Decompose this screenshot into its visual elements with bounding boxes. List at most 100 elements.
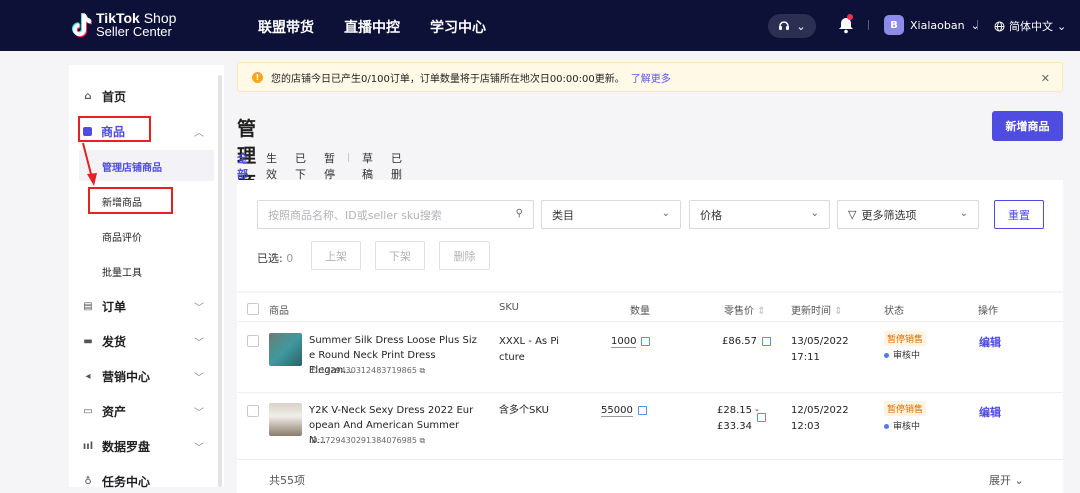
annotation-box-add-product bbox=[88, 187, 173, 214]
edit-icon[interactable] bbox=[638, 406, 647, 415]
tab-label: 草稿 bbox=[362, 152, 373, 181]
edit-link[interactable]: 编辑 bbox=[979, 404, 1001, 420]
add-product-button[interactable]: 新增商品 bbox=[992, 111, 1063, 141]
shipping-icon: ▬ bbox=[83, 337, 93, 347]
price-cell[interactable]: £86.57 bbox=[722, 334, 771, 350]
audit-status: 审核中 bbox=[884, 348, 920, 361]
list-on-button[interactable]: 上架 bbox=[311, 241, 361, 270]
notification-dot bbox=[847, 14, 853, 20]
chevron-down-icon: ⌄ bbox=[662, 208, 670, 219]
price-value: £86.57 bbox=[722, 336, 757, 347]
topnav-learning-center[interactable]: 学习中心 bbox=[430, 17, 486, 37]
warning-icon: ! bbox=[252, 72, 263, 83]
column-header-quantity: 数量 bbox=[630, 302, 650, 317]
column-header-actions: 操作 bbox=[978, 302, 998, 317]
divider bbox=[237, 459, 1063, 460]
product-id: ID:1729430312483719865 ⧉ bbox=[309, 366, 425, 376]
divider bbox=[237, 321, 1063, 322]
sidebar-sub-reviews[interactable]: 商品评价 bbox=[102, 229, 142, 244]
quantity-cell[interactable]: 1000 bbox=[611, 334, 650, 350]
sku-line: 含多个SKU bbox=[499, 403, 549, 419]
price-label: 价格 bbox=[700, 207, 722, 223]
column-header-status: 状态 bbox=[884, 302, 904, 317]
brand-seller-center: Seller Center bbox=[96, 25, 176, 38]
category-select[interactable]: 类目 ⌄ bbox=[541, 200, 681, 229]
edit-link[interactable]: 编辑 bbox=[979, 334, 1001, 350]
edit-icon[interactable] bbox=[757, 413, 766, 422]
marketing-icon: ◂ bbox=[83, 372, 93, 382]
chevron-down-icon: ⌄ bbox=[811, 208, 819, 219]
user-menu[interactable]: B Xialaoban ⌄ bbox=[884, 15, 980, 35]
search-input[interactable]: 按照商品名称、ID或seller sku搜索 ⚲ bbox=[257, 200, 534, 229]
product-id-text: ID:1729430312483719865 bbox=[309, 366, 417, 375]
sku-line: cture bbox=[499, 350, 559, 366]
chevron-down-icon[interactable]: ﹀ bbox=[194, 404, 204, 419]
sidebar-item-assets[interactable]: ▭资产 bbox=[83, 403, 126, 420]
expand-button[interactable]: 展开 ⌄ bbox=[989, 472, 1024, 488]
row-checkbox[interactable] bbox=[247, 335, 259, 347]
column-header-updated[interactable]: 更新时间 ⇕ bbox=[791, 302, 843, 317]
language-label: 简体中文 bbox=[1009, 18, 1053, 34]
language-selector[interactable]: 简体中文 ⌄ bbox=[994, 18, 1066, 34]
globe-icon bbox=[994, 21, 1005, 32]
annotation-arrow-icon bbox=[80, 140, 100, 190]
product-id: ID:1729430291384076985 ⧉ bbox=[309, 436, 425, 446]
edit-icon[interactable] bbox=[641, 337, 650, 346]
chevron-down-icon[interactable]: ﹀ bbox=[194, 299, 204, 314]
divider bbox=[868, 20, 869, 30]
tiktok-shop-logo[interactable]: TikTok Shop Seller Center bbox=[70, 12, 176, 38]
divider bbox=[237, 392, 1063, 393]
topnav-affiliate[interactable]: 联盟带货 bbox=[258, 17, 314, 37]
sidebar-sub-manage-products[interactable]: 管理店铺商品 bbox=[102, 159, 162, 174]
support-button[interactable]: ⌄ bbox=[768, 14, 816, 38]
delete-button[interactable]: 删除 bbox=[439, 241, 490, 270]
top-bar: TikTok Shop Seller Center 联盟带货 直播中控 学习中心… bbox=[0, 0, 1080, 51]
search-icon[interactable]: ⚲ bbox=[516, 208, 523, 219]
chevron-down-icon: ⌄ bbox=[796, 20, 805, 33]
product-name-line: Summer Silk Dress Loose Plus Siz bbox=[309, 333, 477, 348]
product-name-line: Y2K V-Neck Sexy Dress 2022 Eur bbox=[309, 403, 477, 418]
reset-button[interactable]: 重置 bbox=[994, 200, 1044, 229]
chevron-down-icon[interactable]: ﹀ bbox=[194, 369, 204, 384]
sidebar-item-orders[interactable]: ▤订单 bbox=[83, 298, 126, 315]
column-header-price[interactable]: 零售价 ⇕ bbox=[724, 302, 766, 317]
topnav-live-control[interactable]: 直播中控 bbox=[344, 17, 400, 37]
chevron-up-icon[interactable]: ︿ bbox=[194, 124, 204, 139]
filter-icon: ▽ bbox=[848, 208, 856, 221]
sidebar-item-label: 首页 bbox=[102, 88, 126, 105]
sidebar-sub-bulk-tools[interactable]: 批量工具 bbox=[102, 264, 142, 279]
chevron-down-icon[interactable]: ﹀ bbox=[194, 334, 204, 349]
asset-icon: ▭ bbox=[83, 407, 93, 417]
sidebar-item-home[interactable]: ⌂ 首页 bbox=[83, 88, 126, 105]
top-nav: 联盟带货 直播中控 学习中心 bbox=[258, 17, 486, 37]
quantity-cell[interactable]: 55000 bbox=[601, 403, 647, 419]
sidebar-item-label: 订单 bbox=[102, 298, 126, 315]
product-image[interactable] bbox=[269, 333, 302, 366]
sku-cell: 含多个SKU bbox=[499, 403, 549, 419]
more-filters-select[interactable]: ▽ 更多筛选项 ⌄ bbox=[837, 200, 979, 229]
sidebar-item-data[interactable]: ııl数据罗盘 bbox=[83, 438, 150, 455]
sidebar-item-shipping[interactable]: ▬发货 bbox=[83, 333, 126, 350]
price-select[interactable]: 价格 ⌄ bbox=[689, 200, 830, 229]
chevron-down-icon[interactable]: ﹀ bbox=[194, 439, 204, 454]
updated-time: 17:11 bbox=[791, 350, 849, 366]
sidebar-item-tasks[interactable]: ♁任务中心 bbox=[83, 473, 150, 490]
copy-icon[interactable]: ⧉ bbox=[419, 366, 425, 375]
sidebar-item-marketing[interactable]: ◂营销中心 bbox=[83, 368, 150, 385]
updated-header-label: 更新时间 bbox=[791, 306, 831, 317]
sidebar-scrollbar[interactable] bbox=[218, 75, 222, 487]
copy-icon[interactable]: ⧉ bbox=[419, 436, 425, 445]
learn-more-link[interactable]: 了解更多 bbox=[631, 70, 671, 85]
edit-icon[interactable] bbox=[762, 337, 771, 346]
price-cell[interactable]: £28.15 -£33.34 bbox=[717, 403, 759, 435]
sort-icon: ⇕ bbox=[834, 306, 842, 317]
home-icon: ⌂ bbox=[83, 92, 93, 102]
quantity-value: 1000 bbox=[611, 336, 636, 348]
sidebar-item-label: 任务中心 bbox=[102, 473, 150, 490]
product-image[interactable] bbox=[269, 403, 302, 436]
close-icon[interactable]: ✕ bbox=[1041, 72, 1050, 85]
list-off-button[interactable]: 下架 bbox=[375, 241, 425, 270]
select-all-checkbox[interactable] bbox=[247, 303, 259, 315]
sku-line: XXXL - As Pi bbox=[499, 334, 559, 350]
row-checkbox[interactable] bbox=[247, 405, 259, 417]
